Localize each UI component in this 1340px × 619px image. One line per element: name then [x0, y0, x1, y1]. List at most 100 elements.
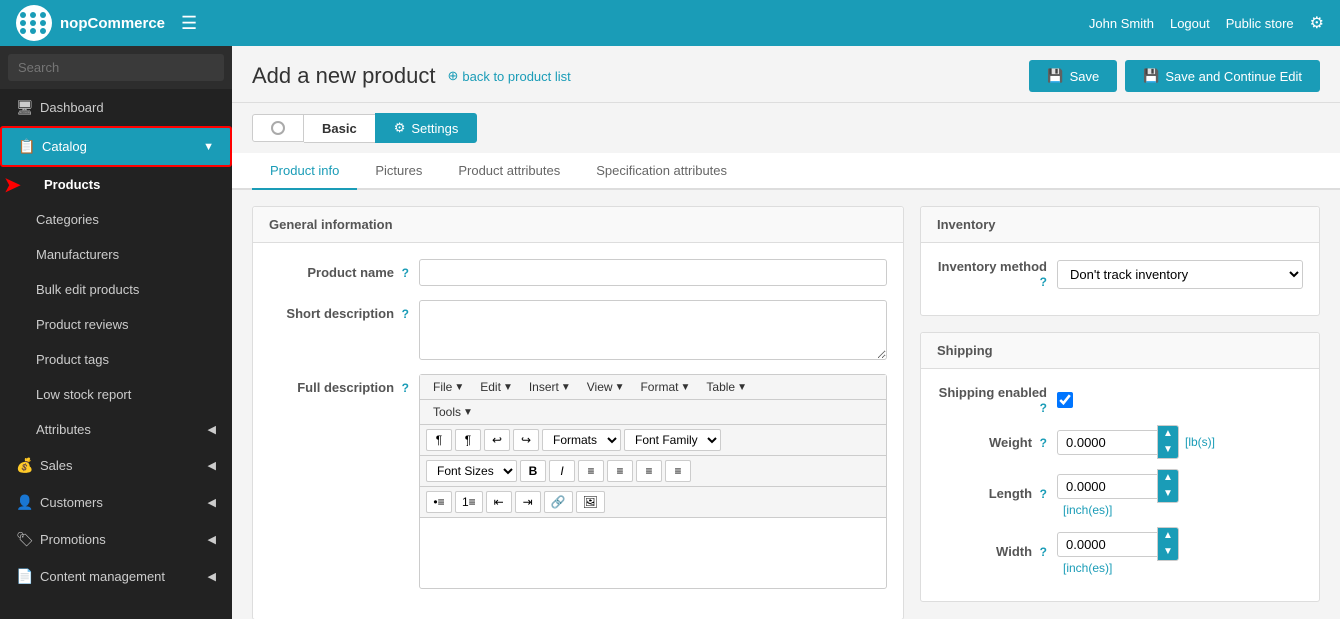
sidebar-item-customers[interactable]: 👤 Customers ◀ — [0, 484, 232, 521]
short-desc-row: Short description ? — [269, 300, 887, 360]
shipping-enabled-checkbox[interactable] — [1057, 392, 1073, 408]
sidebar-item-bulk-edit[interactable]: Bulk edit products — [0, 272, 232, 307]
rte-align-justify[interactable]: ≡ — [665, 460, 691, 482]
sidebar-item-content[interactable]: 📄 Content management ◀ — [0, 558, 232, 595]
rte-italic[interactable]: I — [549, 460, 575, 482]
rte-menu-view[interactable]: View ▼ — [580, 378, 632, 396]
tab-pictures[interactable]: Pictures — [357, 153, 440, 190]
sales-label: Sales — [40, 458, 73, 473]
rte-bullet-list[interactable]: •≡ — [426, 491, 452, 513]
public-store-link[interactable]: Public store — [1226, 16, 1294, 31]
view-toggle-basic[interactable]: Basic — [304, 114, 375, 143]
weight-input[interactable]: 0.0000 — [1057, 430, 1157, 455]
logo-icon — [16, 5, 52, 41]
rte-indent[interactable]: ⇥ — [515, 491, 541, 513]
weight-help-icon[interactable]: ? — [1040, 436, 1047, 450]
customers-chevron: ◀ — [208, 496, 216, 509]
length-up-btn[interactable]: ▲ — [1158, 470, 1178, 486]
length-row: Length ? 0.0000 ▲ ▼ — [937, 469, 1303, 517]
rte-menu-edit[interactable]: Edit ▼ — [473, 378, 520, 396]
tab-product-attributes[interactable]: Product attributes — [440, 153, 578, 190]
rte-align-left[interactable]: ≡ — [578, 460, 604, 482]
weight-down-btn[interactable]: ▼ — [1158, 442, 1178, 458]
sidebar-item-tags[interactable]: Product tags — [0, 342, 232, 377]
page-title: Add a new product — [252, 63, 435, 89]
rte-menu-table[interactable]: Table ▼ — [699, 378, 754, 396]
logo[interactable]: nopCommerce — [16, 5, 165, 41]
short-desc-help-icon[interactable]: ? — [402, 307, 409, 321]
width-row: Width ? 0.0000 ▲ ▼ — [937, 527, 1303, 575]
sidebar-item-catalog[interactable]: 📋 Catalog ▼ — [0, 126, 232, 167]
sidebar-item-low-stock[interactable]: Low stock report — [0, 377, 232, 412]
sales-icon: 💰 — [16, 457, 32, 474]
view-toggle-radio[interactable] — [252, 114, 304, 142]
view-toggle-settings[interactable]: ⚙ Settings — [375, 113, 478, 143]
rte-paragraph-rtl[interactable]: ¶̣ — [455, 429, 481, 451]
rte-body[interactable] — [420, 518, 886, 588]
rte-align-center[interactable]: ≡ — [607, 460, 633, 482]
rte-image[interactable]: 🖼 — [576, 491, 605, 513]
width-help-icon[interactable]: ? — [1040, 545, 1047, 559]
width-spinner: 0.0000 ▲ ▼ — [1057, 527, 1179, 561]
settings-gear-icon: ⚙ — [394, 120, 406, 136]
length-down-btn[interactable]: ▼ — [1158, 486, 1178, 502]
length-help-icon[interactable]: ? — [1040, 487, 1047, 501]
sidebar-item-dashboard[interactable]: 🖥 Dashboard — [0, 89, 232, 126]
rte-paragraph-ltr[interactable]: ¶ — [426, 429, 452, 451]
sidebar-item-sales[interactable]: 💰 Sales ◀ — [0, 447, 232, 484]
products-label: Products — [44, 177, 100, 192]
rte-menu-insert[interactable]: Insert ▼ — [522, 378, 578, 396]
hamburger-icon[interactable]: ☰ — [181, 13, 197, 34]
sidebar-item-categories[interactable]: Categories — [0, 202, 232, 237]
logout-link[interactable]: Logout — [1170, 16, 1210, 31]
rte-menu-tools[interactable]: Tools ▼ — [426, 403, 480, 421]
sidebar-item-reviews[interactable]: Product reviews — [0, 307, 232, 342]
rte-link[interactable]: 🔗 — [544, 491, 573, 513]
weight-up-btn[interactable]: ▲ — [1158, 426, 1178, 442]
width-group: 0.0000 ▲ ▼ [inch(es)] — [1057, 527, 1179, 575]
rte-formats-select[interactable]: Formats — [542, 429, 621, 451]
tab-product-info[interactable]: Product info — [252, 153, 357, 190]
short-desc-input[interactable] — [419, 300, 887, 360]
short-desc-label: Short description ? — [269, 300, 409, 321]
product-name-help-icon[interactable]: ? — [402, 266, 409, 280]
rte-number-list[interactable]: 1≡ — [455, 491, 483, 513]
sidebar-item-promotions[interactable]: 🏷 Promotions ◀ — [0, 521, 232, 558]
shipping-enabled-help-icon[interactable]: ? — [1040, 401, 1047, 415]
inventory-method-select[interactable]: Don't track inventory Track inventory Tr… — [1057, 260, 1303, 289]
rte-menu-file[interactable]: File ▼ — [426, 378, 471, 396]
rte-menu-format[interactable]: Format ▼ — [633, 378, 697, 396]
gear-icon[interactable]: ⚙ — [1310, 13, 1324, 33]
rte-fontfamily-select[interactable]: Font Family — [624, 429, 721, 451]
length-spinner-btns: ▲ ▼ — [1157, 469, 1179, 503]
rte-undo[interactable]: ↩ — [484, 429, 510, 451]
product-name-row: Product name ? — [269, 259, 887, 286]
rte-bold[interactable]: B — [520, 460, 546, 482]
rte-outdent[interactable]: ⇤ — [486, 491, 512, 513]
weight-spinner: 0.0000 ▲ ▼ [lb(s)] — [1057, 425, 1215, 459]
search-input[interactable] — [8, 54, 224, 81]
tabs-bar: Product info Pictures Product attributes… — [232, 153, 1340, 190]
full-desc-help-icon[interactable]: ? — [402, 381, 409, 395]
save-button[interactable]: 💾 Save — [1029, 60, 1117, 92]
save-continue-button[interactable]: 💾 Save and Continue Edit — [1125, 60, 1320, 92]
length-input[interactable]: 0.0000 — [1057, 474, 1157, 499]
tab-specification-attributes[interactable]: Specification attributes — [578, 153, 745, 190]
content-chevron: ◀ — [208, 570, 216, 583]
width-down-btn[interactable]: ▼ — [1158, 544, 1178, 560]
rte-redo[interactable]: ↪ — [513, 429, 539, 451]
sidebar-item-manufacturers[interactable]: Manufacturers — [0, 237, 232, 272]
rte-fontsize-select[interactable]: Font Sizes — [426, 460, 517, 482]
sidebar-item-attributes[interactable]: Attributes ◀ — [0, 412, 232, 447]
rte-align-right[interactable]: ≡ — [636, 460, 662, 482]
rte-tools-bar: Tools ▼ — [420, 400, 886, 425]
inventory-method-help-icon[interactable]: ? — [1040, 275, 1047, 289]
width-up-btn[interactable]: ▲ — [1158, 528, 1178, 544]
product-name-input[interactable] — [419, 259, 887, 286]
shipping-panel: Shipping Shipping enabled ? — [920, 332, 1320, 602]
width-input[interactable]: 0.0000 — [1057, 532, 1157, 557]
length-label: Length ? — [937, 486, 1047, 501]
sidebar-item-products[interactable]: Products ➤ — [0, 167, 232, 202]
back-to-list-link[interactable]: ⊕ back to product list — [447, 68, 570, 84]
promotions-icon: 🏷 — [16, 531, 32, 548]
